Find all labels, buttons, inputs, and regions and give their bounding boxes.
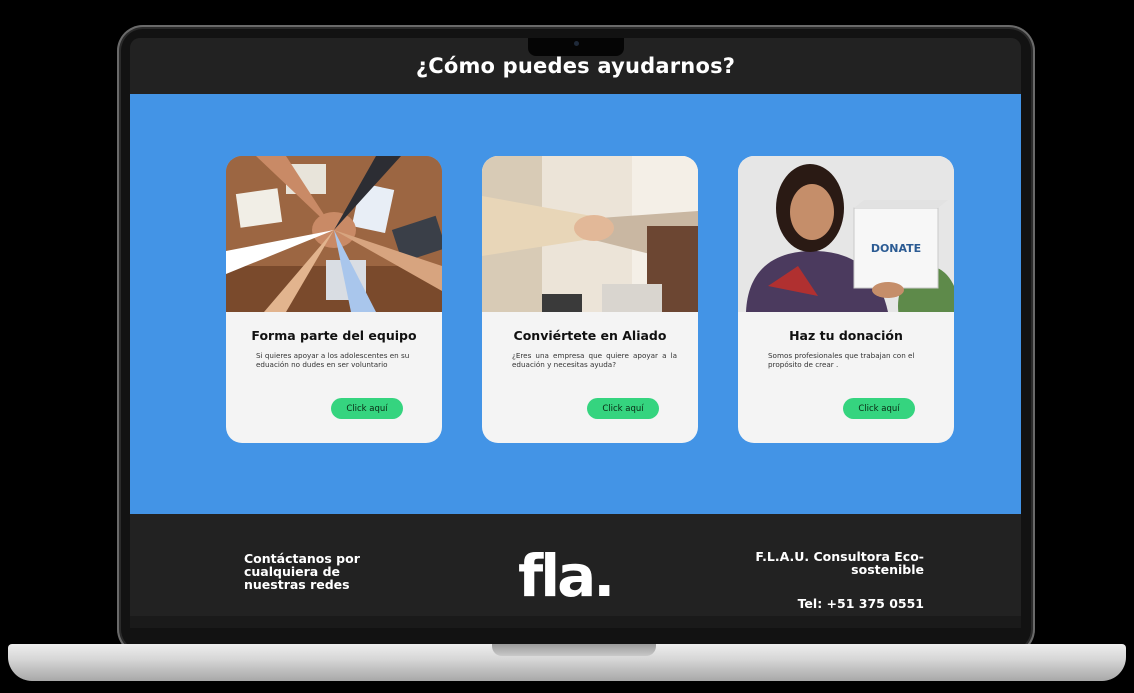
card-ally: Conviértete en Aliado ¿Eres una empresa …: [482, 156, 698, 443]
click-here-button[interactable]: Click aquí: [843, 398, 915, 419]
phone-number: Tel: +51 375 0551: [797, 596, 924, 611]
click-here-button[interactable]: Click aquí: [587, 398, 659, 419]
contact-text: Contáctanos por cualquiera de nuestras r…: [244, 551, 360, 592]
donation-girl-image: DONATE: [738, 156, 954, 312]
donate-box-label: DONATE: [871, 242, 921, 255]
help-section: Forma parte del equipo Si quieres apoyar…: [130, 94, 1021, 514]
card-volunteer: Forma parte del equipo Si quieres apoyar…: [226, 156, 442, 443]
teamwork-hands-image: [226, 156, 442, 312]
camera-icon: [574, 41, 579, 46]
card-title: Conviértete en Aliado: [513, 328, 667, 343]
card-description: ¿Eres una empresa que quiere apoyar a la…: [512, 351, 677, 369]
card-title: Forma parte del equipo: [251, 328, 417, 343]
laptop-opening-lip: [492, 644, 656, 656]
company-name: F.L.A.U. Consultora Eco-sostenible: [755, 549, 924, 577]
handshake-image: [482, 156, 698, 312]
card-description: Somos profesionales que trabajan con el …: [768, 351, 915, 369]
card-donation: DONATE Haz tu donación Somos profesional…: [738, 156, 954, 443]
screen: ¿Cómo puedes ayudarnos? Forma parte del …: [130, 38, 1021, 616]
screen-bezel-bottom: [130, 616, 1021, 628]
card-description: Si quieres apoyar a los adolescentes en …: [256, 351, 410, 369]
fla-logo: fla.: [518, 542, 615, 610]
section-title: ¿Cómo puedes ayudarnos?: [415, 54, 736, 78]
click-here-button[interactable]: Click aquí: [331, 398, 403, 419]
camera-notch: [528, 38, 624, 56]
footer: Contáctanos por cualquiera de nuestras r…: [130, 514, 1021, 616]
card-title: Haz tu donación: [789, 328, 903, 343]
